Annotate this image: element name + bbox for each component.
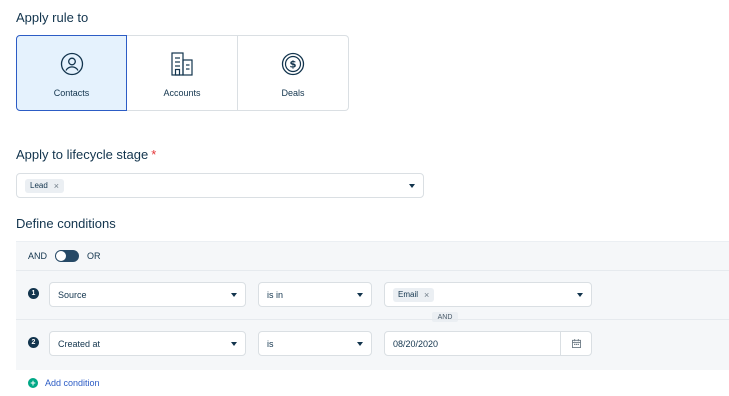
remove-tag-icon[interactable]: × xyxy=(54,181,59,191)
building-icon xyxy=(170,51,194,77)
chevron-down-icon xyxy=(409,183,415,188)
required-mark: * xyxy=(151,147,157,162)
chevron-down-icon xyxy=(357,341,363,346)
lifecycle-title-text: Apply to lifecycle stage xyxy=(16,147,149,162)
tag-label: Lead xyxy=(30,181,48,190)
or-label: OR xyxy=(87,251,101,261)
value-tags: Email × xyxy=(393,287,577,302)
toggle-knob xyxy=(56,251,67,261)
condition-field-select[interactable]: Created at xyxy=(49,331,246,356)
add-condition-button[interactable]: + Add condition xyxy=(28,378,100,388)
and-label: AND xyxy=(28,251,48,261)
and-or-toggle[interactable] xyxy=(55,250,80,262)
conditions-title: Define conditions xyxy=(16,216,116,231)
calendar-icon xyxy=(571,339,581,348)
condition-value-select[interactable]: Email × xyxy=(384,282,592,307)
remove-tag-icon[interactable]: × xyxy=(424,290,429,300)
condition-number: 2 xyxy=(28,337,39,348)
condition-operator-select[interactable]: is xyxy=(258,331,372,356)
lifecycle-title: Apply to lifecycle stage * xyxy=(16,147,156,162)
condition-operator-select[interactable]: is in xyxy=(258,282,372,307)
operator-value: is xyxy=(267,338,274,349)
row-divider xyxy=(16,319,729,320)
card-contacts[interactable]: Contacts xyxy=(16,35,127,111)
card-label: Contacts xyxy=(53,88,90,98)
panel-divider xyxy=(16,270,729,271)
and-or-toggle-group: AND OR xyxy=(28,250,101,262)
entity-selector: Contacts Accounts $ Deals xyxy=(16,35,350,111)
field-value: Created at xyxy=(58,338,101,349)
calendar-button[interactable] xyxy=(560,332,591,355)
condition-number: 1 xyxy=(28,288,39,299)
condition-joiner: AND xyxy=(432,312,458,322)
lifecycle-value: Lead × xyxy=(25,178,409,193)
add-condition-label: Add condition xyxy=(45,378,100,388)
chevron-down-icon xyxy=(231,341,237,346)
lifecycle-select[interactable]: Lead × xyxy=(16,173,424,198)
dollar-icon: $ xyxy=(281,51,305,77)
date-input[interactable]: 08/20/2020 xyxy=(384,331,592,356)
card-label: Deals xyxy=(281,88,305,98)
plus-icon: + xyxy=(28,378,38,388)
value-tag: Email × xyxy=(393,287,435,302)
card-accounts[interactable]: Accounts xyxy=(127,35,238,111)
date-value: 08/20/2020 xyxy=(393,338,439,349)
condition-field-select[interactable]: Source xyxy=(49,282,246,307)
card-deals[interactable]: $ Deals xyxy=(238,35,349,111)
lifecycle-tag: Lead × xyxy=(25,178,65,193)
contact-icon xyxy=(60,51,84,77)
chevron-down-icon xyxy=(357,292,363,297)
operator-value: is in xyxy=(267,289,284,300)
field-value: Source xyxy=(58,289,87,300)
svg-text:$: $ xyxy=(290,60,297,71)
card-label: Accounts xyxy=(163,88,201,98)
tag-label: Email xyxy=(398,290,419,299)
apply-rule-title: Apply rule to xyxy=(16,10,89,25)
chevron-down-icon xyxy=(231,292,237,297)
chevron-down-icon xyxy=(577,292,583,297)
